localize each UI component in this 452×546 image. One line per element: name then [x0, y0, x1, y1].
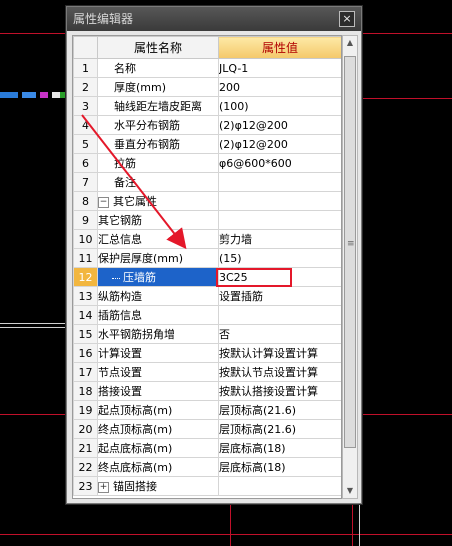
annotation-arrow	[81, 114, 187, 250]
